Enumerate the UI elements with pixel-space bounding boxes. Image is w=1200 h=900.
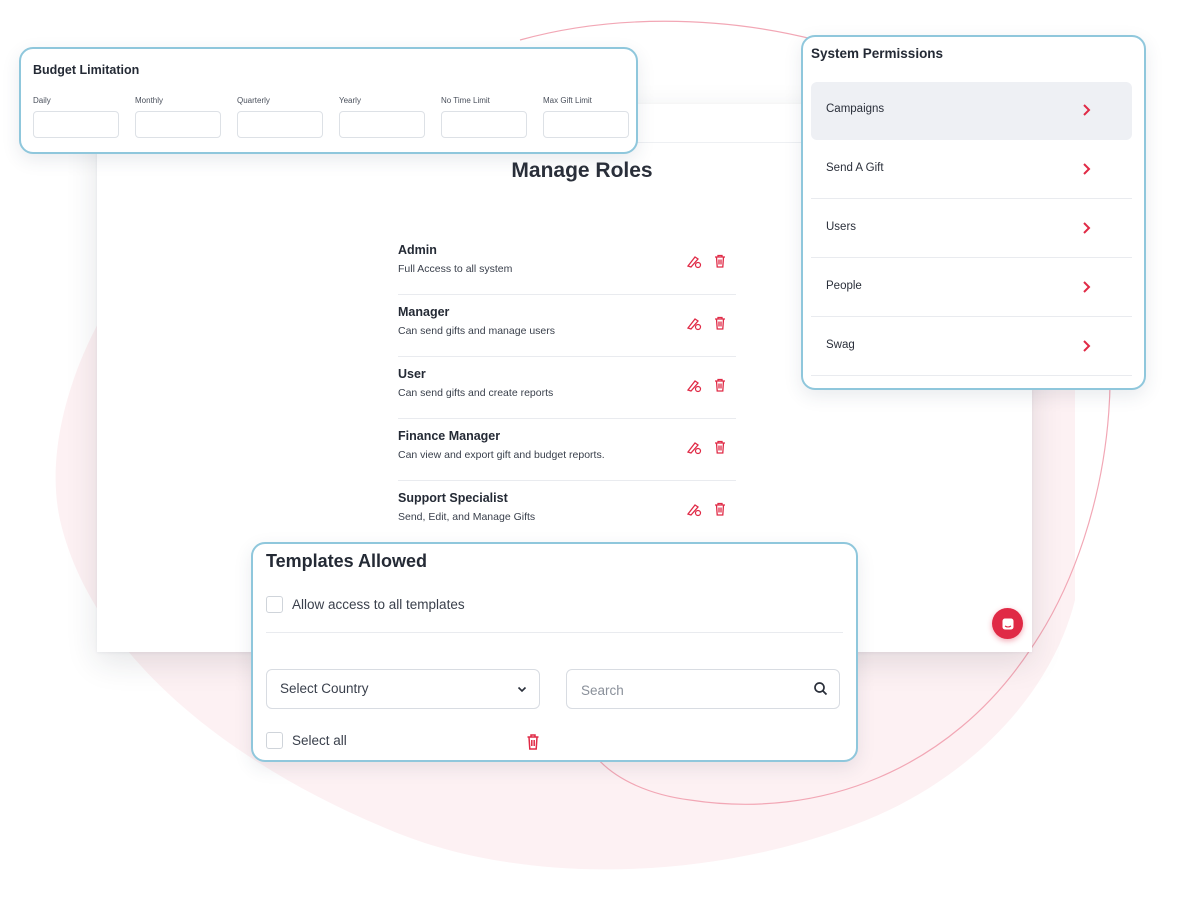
role-row: Admin Full Access to all system xyxy=(398,234,736,295)
role-name: Manager xyxy=(398,305,450,319)
templates-title: Templates Allowed xyxy=(266,551,428,571)
role-name: Support Specialist xyxy=(398,491,508,505)
role-row: Manager Can send gifts and manage users xyxy=(398,296,736,357)
permissions-title: System Permissions xyxy=(811,46,944,61)
trash-icon[interactable] xyxy=(712,253,728,269)
system-permissions-panel: System Permissions Campaigns Send A Gift… xyxy=(801,35,1146,390)
permission-label: Send A Gift xyxy=(826,162,884,174)
role-description: Can send gifts and create reports xyxy=(398,387,554,399)
quarterly-budget-input[interactable] xyxy=(237,111,323,138)
permission-label: People xyxy=(826,280,862,292)
budget-field-label: Yearly xyxy=(339,96,361,105)
permission-item-people[interactable]: People xyxy=(811,259,1132,317)
budget-field-label: Daily xyxy=(33,96,51,105)
select-all-label: Select all xyxy=(292,733,347,748)
daily-budget-input[interactable] xyxy=(33,111,119,138)
search-icon[interactable] xyxy=(813,681,828,696)
role-description: Send, Edit, and Manage Gifts xyxy=(398,511,536,523)
allow-all-templates-label: Allow access to all templates xyxy=(292,597,465,612)
edit-icon[interactable] xyxy=(686,439,702,455)
permission-item-swag[interactable]: Swag xyxy=(811,318,1132,376)
roles-list: Admin Full Access to all system Manager … xyxy=(398,234,736,544)
chevron-right-icon xyxy=(1083,163,1091,175)
budget-title: Budget Limitation xyxy=(33,63,140,77)
chevron-right-icon xyxy=(1083,104,1091,116)
chat-icon xyxy=(1002,618,1013,629)
permission-label: Swag xyxy=(826,339,855,351)
budget-field-label: Quarterly xyxy=(237,96,270,105)
select-country-dropdown[interactable]: Select Country xyxy=(266,669,540,709)
budget-limitation-panel: Budget Limitation Daily Monthly Quarterl… xyxy=(19,47,638,154)
edit-icon[interactable] xyxy=(686,501,702,517)
trash-icon[interactable] xyxy=(712,377,728,393)
trash-icon[interactable] xyxy=(712,501,728,517)
permission-label: Users xyxy=(826,221,857,233)
budget-field-label: Max Gift Limit xyxy=(543,96,592,105)
divider xyxy=(266,632,843,633)
role-name: Admin xyxy=(398,243,437,257)
trash-icon[interactable] xyxy=(525,733,541,751)
permission-item-users[interactable]: Users xyxy=(811,200,1132,258)
search-field[interactable] xyxy=(566,669,840,709)
chevron-right-icon xyxy=(1083,281,1091,293)
role-name: User xyxy=(398,367,426,381)
role-description: Can send gifts and manage users xyxy=(398,325,556,337)
trash-icon[interactable] xyxy=(712,439,728,455)
permission-item-send-a-gift[interactable]: Send A Gift xyxy=(811,141,1132,199)
edit-icon[interactable] xyxy=(686,377,702,393)
budget-field-label: No Time Limit xyxy=(441,96,490,105)
permission-item-campaigns[interactable]: Campaigns xyxy=(811,82,1132,140)
role-row: Support Specialist Send, Edit, and Manag… xyxy=(398,482,736,543)
role-row: User Can send gifts and create reports xyxy=(398,358,736,419)
role-row: Finance Manager Can view and export gift… xyxy=(398,420,736,481)
select-all-checkbox[interactable] xyxy=(266,732,283,749)
chevron-down-icon xyxy=(517,686,527,693)
role-name: Finance Manager xyxy=(398,429,501,443)
role-description: Can view and export gift and budget repo… xyxy=(398,449,605,461)
templates-allowed-panel: Templates Allowed Allow access to all te… xyxy=(251,542,858,762)
max-gift-limit-input[interactable] xyxy=(543,111,629,138)
chat-button[interactable] xyxy=(992,608,1023,639)
permission-label: Campaigns xyxy=(826,103,885,115)
no-time-limit-input[interactable] xyxy=(441,111,527,138)
permissions-list: Campaigns Send A Gift Users People Swag xyxy=(811,82,1132,377)
yearly-budget-input[interactable] xyxy=(339,111,425,138)
chevron-right-icon xyxy=(1083,340,1091,352)
chevron-right-icon xyxy=(1083,222,1091,234)
trash-icon[interactable] xyxy=(712,315,728,331)
select-country-value: Select Country xyxy=(280,681,369,696)
edit-icon[interactable] xyxy=(686,253,702,269)
allow-all-templates-checkbox[interactable] xyxy=(266,596,283,613)
budget-field-label: Monthly xyxy=(135,96,164,105)
search-input[interactable] xyxy=(579,679,803,701)
edit-icon[interactable] xyxy=(686,315,702,331)
monthly-budget-input[interactable] xyxy=(135,111,221,138)
role-description: Full Access to all system xyxy=(398,263,513,275)
